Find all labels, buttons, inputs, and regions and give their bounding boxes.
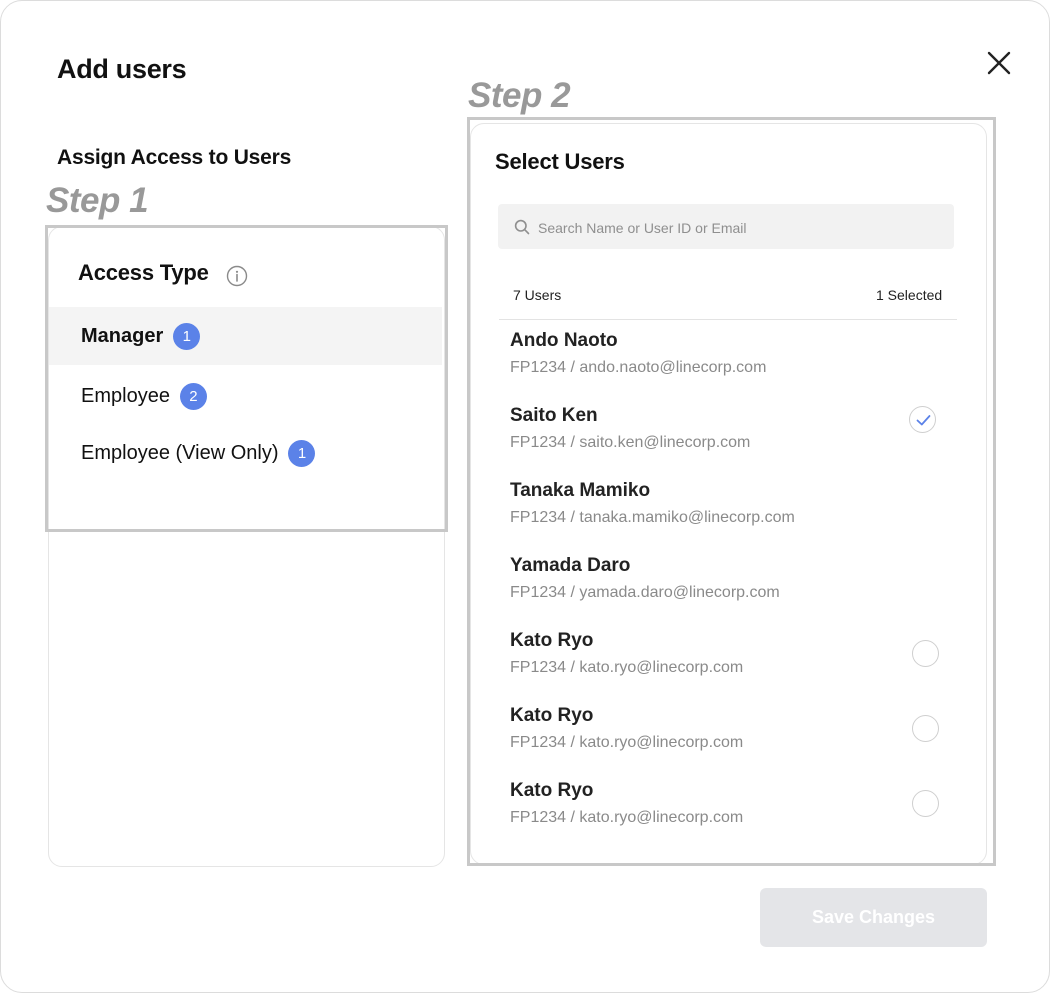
access-type-item[interactable]: Employee (View Only) 1 [49, 424, 442, 482]
user-id-email: FP1234 / saito.ken@linecorp.com [510, 434, 751, 451]
user-name: Ando Naoto [510, 330, 618, 351]
user-name: Kato Ryo [510, 780, 594, 801]
user-search-box [498, 204, 954, 251]
users-count: 7 Users [513, 287, 562, 303]
info-icon[interactable] [226, 265, 248, 287]
select-radio[interactable] [912, 715, 939, 742]
selected-check-icon[interactable] [909, 406, 936, 433]
user-list-item[interactable]: Kato Ryo FP1234 / kato.ryo@linecorp.com [499, 770, 957, 845]
user-name: Saito Ken [510, 405, 598, 426]
user-list-item[interactable]: Tanaka Mamiko FP1234 / tanaka.mamiko@line… [499, 470, 957, 545]
user-id-email: FP1234 / kato.ryo@linecorp.com [510, 809, 744, 826]
step-2-label: Step 2 [468, 76, 571, 115]
user-id-email: FP1234 / ando.naoto@linecorp.com [510, 359, 767, 376]
assign-access-heading: Assign Access to Users [57, 146, 292, 169]
select-users-title: Select Users [495, 149, 625, 174]
access-type-label: Employee [81, 384, 170, 407]
count-badge: 2 [179, 382, 207, 410]
count-badge: 1 [173, 322, 201, 350]
user-name: Kato Ryo [510, 705, 594, 726]
search-input[interactable] [536, 204, 940, 251]
select-radio[interactable] [912, 790, 939, 817]
user-name: Yamada Daro [510, 555, 631, 576]
modal-title: Add users [57, 54, 187, 84]
save-changes-button[interactable]: Save Changes [760, 888, 987, 947]
search-icon [514, 219, 530, 235]
user-list-item[interactable]: Yamada Daro FP1234 / yamada.daro@linecorp… [499, 545, 957, 620]
access-type-item[interactable]: Employee 2 [49, 367, 442, 425]
access-type-label: Manager [81, 324, 164, 347]
user-list-item[interactable]: Kato Ryo FP1234 / kato.ryo@linecorp.com [499, 620, 957, 695]
step-1-label: Step 1 [46, 181, 149, 220]
access-type-label: Employee (View Only) [81, 441, 279, 464]
close-icon[interactable] [982, 46, 1016, 80]
user-list-item[interactable]: Saito Ken FP1234 / saito.ken@linecorp.com [499, 395, 957, 470]
access-type-item[interactable]: Manager 1 [49, 307, 442, 365]
count-badge: 1 [288, 439, 316, 467]
user-name: Tanaka Mamiko [510, 480, 651, 501]
user-id-email: FP1234 / tanaka.mamiko@linecorp.com [510, 509, 795, 526]
user-id-email: FP1234 / kato.ryo@linecorp.com [510, 659, 744, 676]
select-radio[interactable] [912, 640, 939, 667]
user-id-email: FP1234 / kato.ryo@linecorp.com [510, 734, 744, 751]
user-list-item[interactable]: Ando Naoto FP1234 / ando.naoto@linecorp.c… [499, 320, 957, 395]
user-list-item[interactable]: Kato Ryo FP1234 / kato.ryo@linecorp.com [499, 695, 957, 770]
user-name: Kato Ryo [510, 630, 594, 651]
access-type-title: Access Type [78, 260, 209, 285]
selected-count: 1 Selected [876, 287, 943, 303]
user-id-email: FP1234 / yamada.daro@linecorp.com [510, 584, 780, 601]
